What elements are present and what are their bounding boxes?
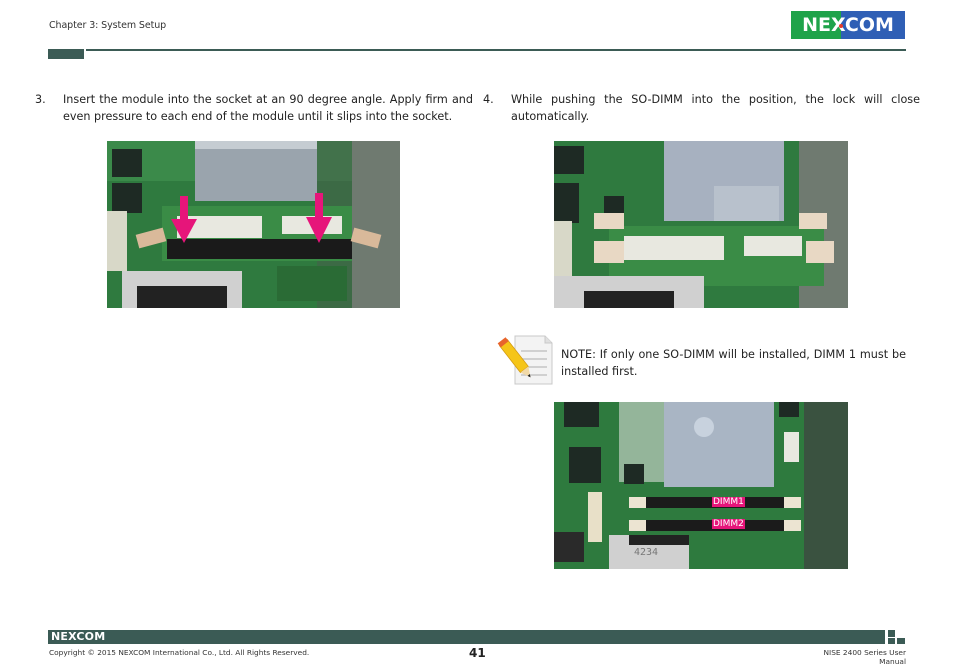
chapter-title: Chapter 3: System Setup xyxy=(49,20,167,31)
note-text: NOTE: If only one SO-DIMM will be instal… xyxy=(561,348,906,378)
dimm1-label: DIMM1 xyxy=(712,497,745,507)
dimm2-label: DIMM2 xyxy=(712,519,745,529)
photo-dimm-slots-art: 4234 xyxy=(554,402,848,569)
page-number: 41 xyxy=(469,646,486,660)
step-4-text: While pushing the SO-DIMM into the posit… xyxy=(511,93,920,123)
footer-square-decoration xyxy=(888,630,895,637)
photo-module-locked-art xyxy=(554,141,848,308)
photo-insert-module xyxy=(107,141,400,308)
footer-square-decoration xyxy=(897,638,905,644)
photo-dimm-slots: 4234 DIMM1 DIMM2 xyxy=(554,402,848,569)
header-rule xyxy=(86,49,906,51)
step-4: 4. While pushing the SO-DIMM into the pos… xyxy=(483,91,920,125)
photo-module-locked xyxy=(554,141,848,308)
step-3-number: 3. xyxy=(35,93,46,106)
photo-insert-module-art xyxy=(107,141,400,308)
note-pencil-icon xyxy=(497,334,553,386)
step-4-number: 4. xyxy=(483,93,494,106)
footer-square-decoration xyxy=(888,638,895,644)
header-accent-block xyxy=(48,49,84,59)
step-3-text: Insert the module into the socket at an … xyxy=(63,93,473,123)
logo-red-dot xyxy=(839,24,843,28)
step-3: 3. Insert the module into the socket at a… xyxy=(35,91,473,125)
silkscreen-4234: 4234 xyxy=(634,547,658,558)
footer-logo: NEXCOM xyxy=(51,630,106,643)
manual-title: NISE 2400 Series User Manual xyxy=(823,648,907,666)
copyright-text: Copyright © 2015 NEXCOM International Co… xyxy=(49,648,310,657)
nexcom-logo: NEXCOM xyxy=(791,11,905,39)
logo-text: NEXCOM xyxy=(802,14,894,36)
footer-bar xyxy=(48,630,885,644)
